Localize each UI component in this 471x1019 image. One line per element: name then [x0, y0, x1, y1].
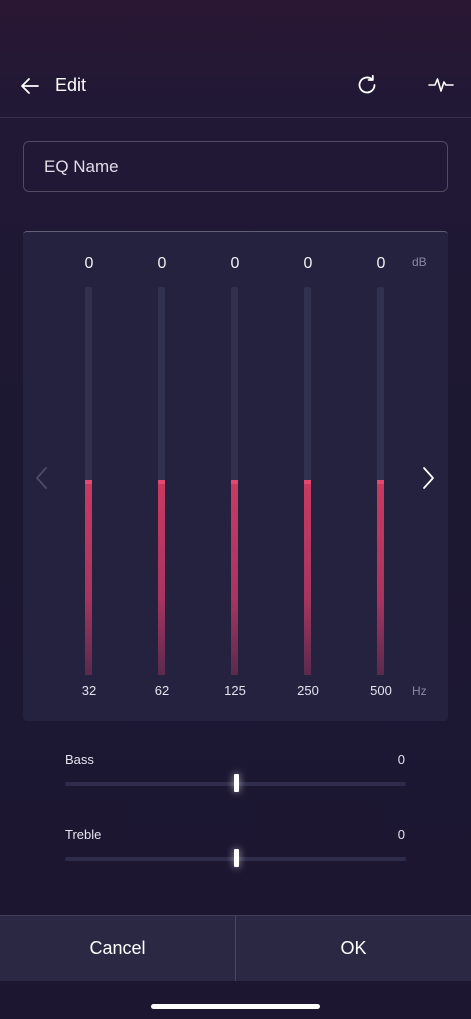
- db-unit-label: dB: [412, 255, 427, 269]
- waveform-icon: [428, 78, 454, 92]
- band-frequency: 32: [81, 683, 97, 698]
- band-slider-thumb[interactable]: [85, 480, 92, 484]
- band-gain-value: 0: [376, 255, 386, 272]
- band-fill: [231, 481, 238, 675]
- eq-band: 0 500: [356, 232, 406, 722]
- bass-slider[interactable]: [65, 774, 406, 792]
- band-frequency: 125: [224, 683, 246, 698]
- prev-bands-button[interactable]: [34, 465, 50, 491]
- band-slider-thumb[interactable]: [377, 480, 384, 484]
- band-fill: [377, 481, 384, 675]
- bass-slider-thumb[interactable]: [233, 774, 239, 792]
- hz-unit-label: Hz: [412, 684, 427, 698]
- band-slider-thumb[interactable]: [304, 480, 311, 484]
- reset-button[interactable]: [355, 73, 379, 97]
- band-fill: [158, 481, 165, 675]
- back-button[interactable]: [18, 74, 42, 98]
- band-slider[interactable]: [304, 287, 311, 675]
- chevron-right-icon: [423, 467, 434, 489]
- treble-slider[interactable]: [65, 849, 406, 867]
- next-bands-button[interactable]: [420, 465, 436, 491]
- waveform-button[interactable]: [428, 73, 454, 97]
- eq-band: 0 250: [283, 232, 333, 722]
- top-bar: Edit: [0, 0, 471, 118]
- eq-band: 0 125: [210, 232, 260, 722]
- band-frequency: 250: [297, 683, 319, 698]
- footer-bar: Cancel OK: [0, 915, 471, 981]
- band-slider[interactable]: [377, 287, 384, 675]
- band-gain-value: 0: [230, 255, 240, 272]
- eq-band: 0 62: [137, 232, 187, 722]
- refresh-icon: [358, 74, 376, 94]
- band-gain-value: 0: [303, 255, 313, 272]
- treble-value: 0: [397, 827, 405, 842]
- eq-name-input[interactable]: [23, 141, 448, 192]
- band-fill: [85, 481, 92, 675]
- bass-label: Bass: [65, 752, 94, 767]
- arrow-left-icon: [21, 78, 39, 94]
- page-title: Edit: [55, 75, 87, 95]
- band-slider[interactable]: [158, 287, 165, 675]
- treble-slider-thumb[interactable]: [233, 849, 239, 867]
- band-slider[interactable]: [231, 287, 238, 675]
- band-slider[interactable]: [85, 287, 92, 675]
- eq-band: 0 32: [64, 232, 114, 722]
- home-indicator: [151, 1004, 320, 1009]
- chevron-left-icon: [36, 467, 47, 489]
- band-gain-value: 0: [84, 255, 94, 272]
- cancel-button[interactable]: Cancel: [0, 916, 235, 981]
- bass-value: 0: [397, 752, 405, 767]
- band-slider-thumb[interactable]: [231, 480, 238, 484]
- band-frequency: 62: [154, 683, 170, 698]
- band-slider-thumb[interactable]: [158, 480, 165, 484]
- treble-label: Treble: [65, 827, 102, 842]
- ok-button[interactable]: OK: [236, 916, 471, 981]
- equalizer-panel: dB 0 32 0 62 0 125 0 250 0 500 Hz: [23, 231, 448, 721]
- band-gain-value: 0: [157, 255, 167, 272]
- band-frequency: 500: [370, 683, 392, 698]
- band-fill: [304, 481, 311, 675]
